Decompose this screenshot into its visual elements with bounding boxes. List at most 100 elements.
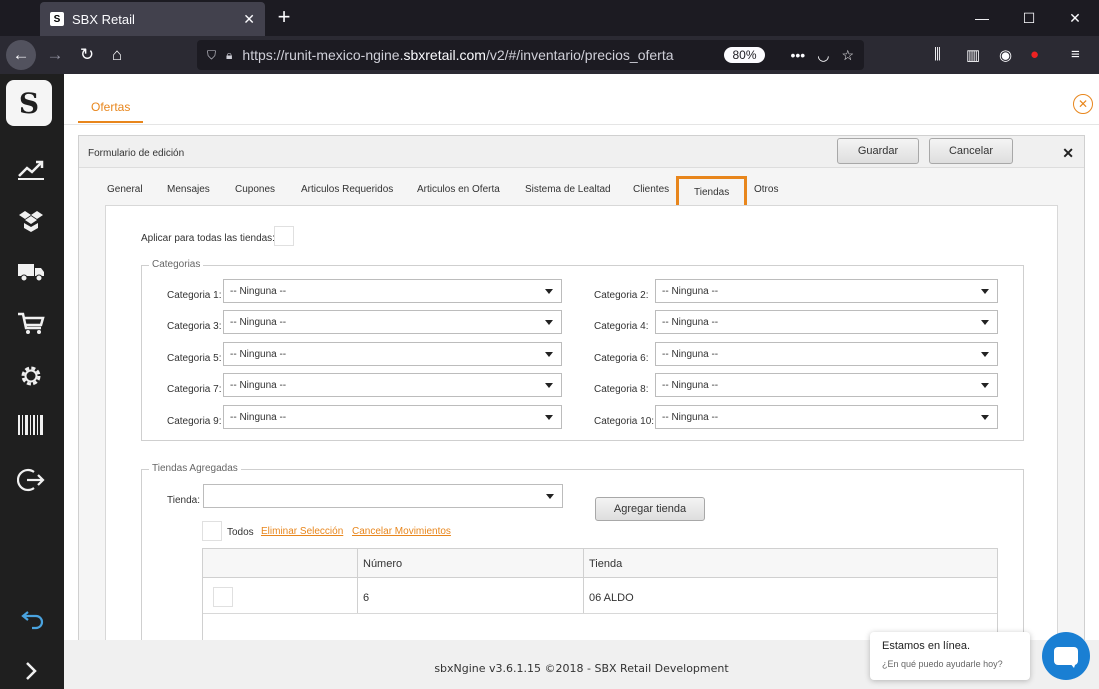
close-window-button[interactable]: ✕: [1052, 0, 1098, 36]
table-row[interactable]: 6 06 ALDO: [203, 579, 997, 614]
browser-tab[interactable]: S SBX Retail ✕: [40, 2, 265, 36]
form-header: Formulario de edición Guardar Cancelar ✕: [79, 136, 1084, 168]
category-5-label: Categoria 5:: [167, 353, 222, 364]
library-icon[interactable]: ⫼: [934, 46, 941, 63]
barcode-icon[interactable]: [14, 408, 48, 442]
browser-tab-title: SBX Retail: [72, 11, 135, 27]
row-checkbox[interactable]: [213, 587, 233, 607]
lock-icon[interactable]: 🔒︎: [226, 48, 232, 63]
added-stores-legend: Tiendas Agregadas: [149, 463, 241, 474]
more-actions-icon[interactable]: •••: [791, 47, 806, 63]
chat-title: Estamos en línea.: [882, 640, 971, 652]
tab-otros[interactable]: Otros: [754, 184, 778, 195]
url-text[interactable]: https://runit-mexico-ngine.sbxretail.com…: [242, 47, 724, 63]
category-1-label: Categoria 1:: [167, 290, 222, 301]
chat-launcher-button[interactable]: [1042, 632, 1090, 680]
chevron-down-icon: [981, 289, 989, 294]
chat-subtitle: ¿En qué puedo ayudarle hoy?: [882, 659, 1003, 669]
expand-sidebar-icon[interactable]: [14, 654, 48, 688]
chevron-down-icon: [981, 415, 989, 420]
chevron-down-icon: [546, 494, 554, 499]
apply-all-stores-checkbox[interactable]: [274, 226, 294, 246]
tab-tiendas[interactable]: Tiendas: [676, 176, 748, 208]
close-tab-icon[interactable]: ✕: [243, 11, 255, 28]
category-2-select[interactable]: -- Ninguna --: [655, 279, 998, 303]
extension-icon[interactable]: ●: [1030, 46, 1039, 63]
shield-icon[interactable]: ⛉: [207, 48, 216, 63]
tab-ofertas[interactable]: Ofertas: [78, 100, 144, 123]
undo-arrow-icon[interactable]: [14, 604, 48, 638]
bookmark-star-icon[interactable]: ☆: [841, 47, 854, 64]
store-select[interactable]: [203, 484, 563, 508]
app-sidebar: S: [0, 74, 64, 689]
category-1-value: -- Ninguna --: [230, 286, 287, 297]
tab-cupones[interactable]: Cupones: [235, 184, 275, 195]
gear-icon[interactable]: [14, 359, 48, 393]
tab-articulos-en-oferta[interactable]: Articulos en Oferta: [417, 184, 500, 195]
apply-all-stores-label: Aplicar para todas las tiendas:: [141, 233, 275, 244]
tab-clientes[interactable]: Clientes: [633, 184, 669, 195]
account-icon[interactable]: ◉: [999, 46, 1012, 64]
remove-selection-link[interactable]: Eliminar Selección: [261, 526, 343, 537]
chevron-down-icon: [545, 352, 553, 357]
pocket-icon[interactable]: ◡: [817, 47, 829, 64]
maximize-window-button[interactable]: ☐: [1006, 0, 1052, 36]
category-1-select[interactable]: -- Ninguna --: [223, 279, 562, 303]
category-7-label: Categoria 7:: [167, 384, 222, 395]
category-7-select[interactable]: -- Ninguna --: [223, 373, 562, 397]
select-all-checkbox[interactable]: [202, 521, 222, 541]
chevron-down-icon: [981, 383, 989, 388]
url-bar[interactable]: ⛉ 🔒︎ https://runit-mexico-ngine.sbxretai…: [197, 40, 864, 70]
forward-button[interactable]: →: [40, 40, 70, 70]
chevron-down-icon: [545, 289, 553, 294]
close-form-icon[interactable]: ✕: [1062, 145, 1074, 162]
category-10-label: Categoria 10:: [594, 416, 655, 427]
category-3-select[interactable]: -- Ninguna --: [223, 310, 562, 334]
category-6-select[interactable]: -- Ninguna --: [655, 342, 998, 366]
category-4-select[interactable]: -- Ninguna --: [655, 310, 998, 334]
chat-icon: [1054, 647, 1078, 668]
tab-mensajes[interactable]: Mensajes: [167, 184, 210, 195]
sbx-logo[interactable]: S: [6, 80, 52, 126]
minimize-window-button[interactable]: —: [959, 0, 1005, 36]
category-8-select[interactable]: -- Ninguna --: [655, 373, 998, 397]
logout-icon[interactable]: [14, 463, 48, 497]
column-header-tienda[interactable]: Tienda: [589, 558, 622, 570]
close-page-icon[interactable]: ✕: [1073, 94, 1093, 114]
tab-articulos-requeridos[interactable]: Articulos Requeridos: [301, 184, 393, 195]
form-title: Formulario de edición: [88, 148, 185, 159]
store-label: Tienda:: [167, 495, 200, 506]
row-tienda: 06 ALDO: [589, 592, 634, 604]
cart-icon[interactable]: [14, 307, 48, 341]
category-10-select[interactable]: -- Ninguna --: [655, 405, 998, 429]
new-tab-button[interactable]: +: [272, 5, 296, 29]
category-6-label: Categoria 6:: [594, 353, 649, 364]
back-button[interactable]: ←: [6, 40, 36, 70]
chat-prompt[interactable]: Estamos en línea. ¿En qué puedo ayudarle…: [870, 632, 1030, 680]
category-8-label: Categoria 8:: [594, 384, 649, 395]
boxes-icon[interactable]: [14, 204, 48, 238]
cancel-moves-link[interactable]: Cancelar Movimientos: [352, 526, 451, 537]
category-9-select[interactable]: -- Ninguna --: [223, 405, 562, 429]
tab-sistema-de-lealtad[interactable]: Sistema de Lealtad: [525, 184, 611, 195]
category-9-value: -- Ninguna --: [230, 412, 287, 423]
browser-tabbar: S SBX Retail ✕ + — ☐ ✕: [0, 0, 1099, 36]
column-header-numero[interactable]: Número: [363, 558, 402, 570]
edit-form-panel: Formulario de edición Guardar Cancelar ✕…: [78, 135, 1085, 649]
category-4-value: -- Ninguna --: [662, 317, 719, 328]
category-9-label: Categoria 9:: [167, 416, 222, 427]
cancel-button[interactable]: Cancelar: [929, 138, 1013, 164]
chart-trend-icon[interactable]: [14, 152, 48, 186]
sidebar-toggle-icon[interactable]: ▥: [966, 46, 980, 64]
reload-button[interactable]: ↻: [72, 40, 102, 70]
menu-icon[interactable]: ≡: [1071, 46, 1080, 63]
home-button[interactable]: ⌂: [102, 40, 132, 70]
truck-icon[interactable]: [14, 255, 48, 289]
add-store-button[interactable]: Agregar tienda: [595, 497, 705, 521]
save-button[interactable]: Guardar: [837, 138, 919, 164]
chevron-down-icon: [981, 320, 989, 325]
category-3-value: -- Ninguna --: [230, 317, 287, 328]
tab-general[interactable]: General: [107, 184, 143, 195]
zoom-level-badge[interactable]: 80%: [724, 47, 765, 63]
category-5-select[interactable]: -- Ninguna --: [223, 342, 562, 366]
